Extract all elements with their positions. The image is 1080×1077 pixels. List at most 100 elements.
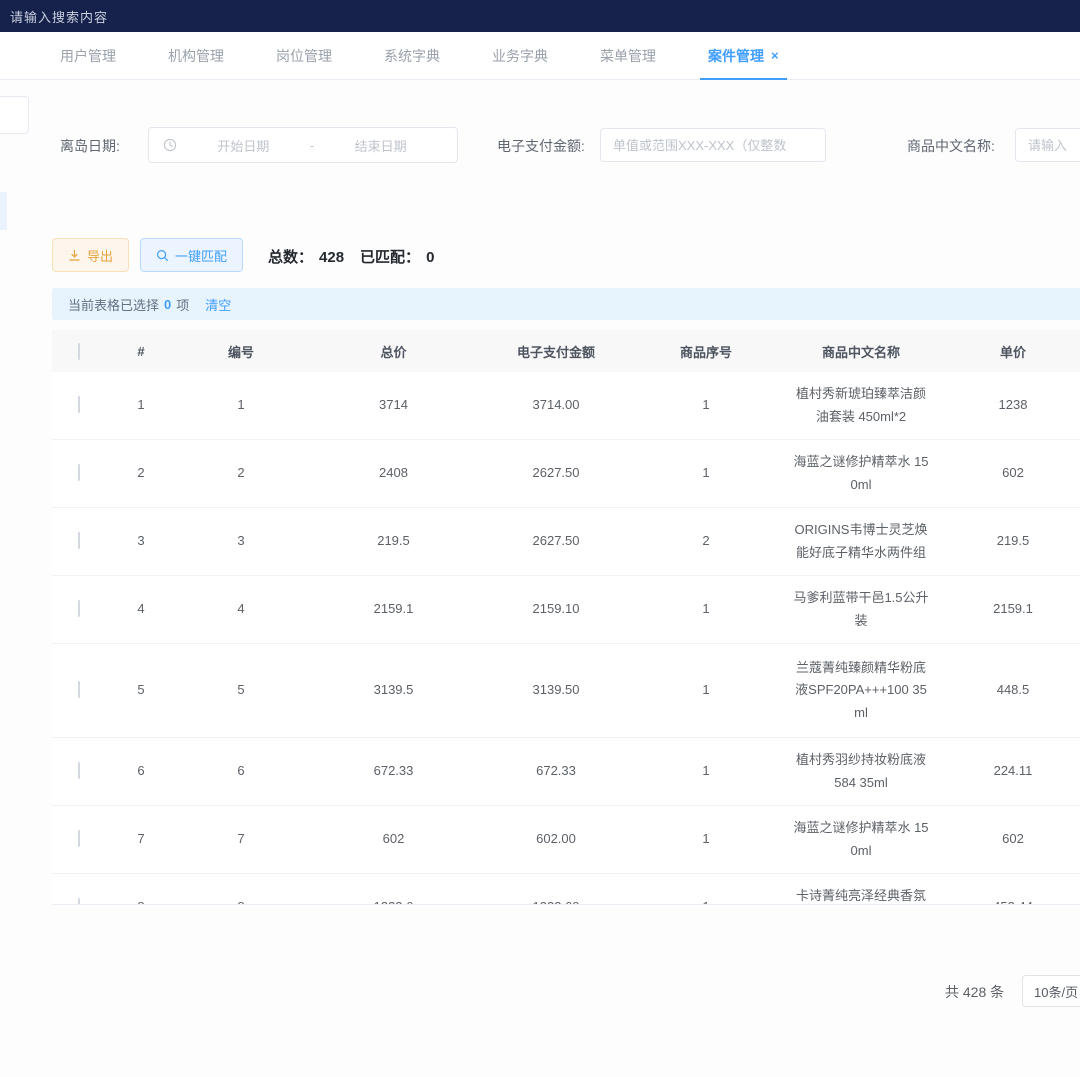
cell-unit: 219.5 <box>941 530 1080 552</box>
table-row[interactable]: 3 3 219.5 2627.50 2 ORIGINS韦博士灵芝焕能好底子精华水… <box>52 508 1080 576</box>
cell-name: 卡诗菁纯亮泽经典香氛发油 100ml <box>781 877 941 905</box>
tab-org-management[interactable]: 机构管理 <box>160 32 232 79</box>
cell-index: 3 <box>106 530 176 552</box>
row-checkbox[interactable] <box>78 898 80 905</box>
tab-case-management[interactable]: 案件管理 × <box>700 32 787 79</box>
case-table: # 编号 总价 电子支付金额 商品序号 商品中文名称 单价 1 1 3714 3… <box>52 330 1080 905</box>
cell-index: 5 <box>106 679 176 701</box>
tab-business-dict[interactable]: 业务字典 <box>484 32 556 79</box>
cell-epay: 672.33 <box>481 760 631 782</box>
cell-index: 7 <box>106 828 176 850</box>
tab-menu-management[interactable]: 菜单管理 <box>592 32 664 79</box>
start-date-placeholder[interactable]: 开始日期 <box>181 136 306 155</box>
cell-seq: 1 <box>631 679 781 701</box>
table-row[interactable]: 1 1 3714 3714.00 1 植村秀新琥珀臻萃洁颜油套装 450ml*2… <box>52 372 1080 440</box>
tab-user-management[interactable]: 用户管理 <box>52 32 124 79</box>
depart-date-range-picker[interactable]: 开始日期 - 结束日期 <box>148 127 458 163</box>
cell-seq: 1 <box>631 896 781 905</box>
table-row[interactable]: 8 8 1323.6 1323.60 1 卡诗菁纯亮泽经典香氛发油 100ml … <box>52 874 1080 905</box>
cell-index: 4 <box>106 598 176 620</box>
epay-amount-input[interactable] <box>600 128 826 162</box>
table-row[interactable]: 6 6 672.33 672.33 1 植村秀羽纱持妆粉底液 584 35ml … <box>52 738 1080 806</box>
cell-unit: 602 <box>941 828 1080 850</box>
row-checkbox[interactable] <box>78 464 80 481</box>
table-header-row: # 编号 总价 电子支付金额 商品序号 商品中文名称 单价 <box>52 330 1080 372</box>
end-date-placeholder[interactable]: 结束日期 <box>318 136 443 155</box>
tab-label: 业务字典 <box>492 46 548 66</box>
select-all-checkbox[interactable] <box>78 343 80 360</box>
selection-count: 0 <box>164 297 171 312</box>
tab-label: 机构管理 <box>168 46 224 66</box>
header-unit: 单价 <box>941 342 1080 361</box>
cell-name: 植村秀羽纱持妆粉底液 584 35ml <box>781 741 941 801</box>
cell-total: 219.5 <box>306 530 481 552</box>
cell-code: 6 <box>176 760 306 782</box>
one-click-match-button[interactable]: 一键匹配 <box>140 238 243 272</box>
export-button[interactable]: 导出 <box>52 238 129 272</box>
page-size-select[interactable]: 10条/页 <box>1022 975 1080 1007</box>
cell-total: 3714 <box>306 394 481 416</box>
row-checkbox[interactable] <box>78 396 80 413</box>
cell-index: 8 <box>106 896 176 905</box>
row-checkbox[interactable] <box>78 762 80 779</box>
cell-total: 672.33 <box>306 760 481 782</box>
row-checkbox[interactable] <box>78 600 80 617</box>
tab-post-management[interactable]: 岗位管理 <box>268 32 340 79</box>
header-name: 商品中文名称 <box>781 342 941 361</box>
cell-name: 兰蔻菁纯臻颜精华粉底液SPF20PA+++100 35ml <box>781 649 941 731</box>
cell-name: 海蓝之谜修护精萃水 150ml <box>781 443 941 503</box>
download-icon <box>68 249 81 262</box>
cell-seq: 1 <box>631 760 781 782</box>
collapsed-side-panel <box>0 96 29 134</box>
matched-value: 0 <box>426 249 434 266</box>
cell-unit: 453.44 <box>941 896 1080 905</box>
cell-unit: 1238 <box>941 394 1080 416</box>
edge-highlight <box>0 192 7 230</box>
close-icon[interactable]: × <box>771 49 779 62</box>
cell-total: 2408 <box>306 462 481 484</box>
table-row[interactable]: 7 7 602 602.00 1 海蓝之谜修护精萃水 150ml 602 <box>52 806 1080 874</box>
tab-label: 岗位管理 <box>276 46 332 66</box>
cell-epay: 2627.50 <box>481 462 631 484</box>
cell-code: 5 <box>176 679 306 701</box>
row-checkbox[interactable] <box>78 532 80 549</box>
cell-code: 7 <box>176 828 306 850</box>
cell-name: 海蓝之谜修护精萃水 150ml <box>781 809 941 869</box>
table-row[interactable]: 5 5 3139.5 3139.50 1 兰蔻菁纯臻颜精华粉底液SPF20PA+… <box>52 644 1080 738</box>
cell-index: 2 <box>106 462 176 484</box>
cell-index: 1 <box>106 394 176 416</box>
total-value: 428 <box>319 249 344 266</box>
tab-system-dict[interactable]: 系统字典 <box>376 32 448 79</box>
header-index: # <box>106 344 176 359</box>
header-code: 编号 <box>176 342 306 361</box>
search-icon <box>156 249 169 262</box>
product-name-input[interactable] <box>1015 128 1080 162</box>
epay-amount-label: 电子支付金额: <box>497 136 585 156</box>
cell-epay: 602.00 <box>481 828 631 850</box>
cell-epay: 2159.10 <box>481 598 631 620</box>
cell-code: 3 <box>176 530 306 552</box>
table-row[interactable]: 2 2 2408 2627.50 1 海蓝之谜修护精萃水 150ml 602 <box>52 440 1080 508</box>
cell-total: 1323.6 <box>306 896 481 905</box>
cell-unit: 224.11 <box>941 760 1080 782</box>
header-total: 总价 <box>306 342 481 361</box>
cell-code: 1 <box>176 394 306 416</box>
selection-suffix: 项 <box>176 295 189 314</box>
top-navbar: 请输入搜索内容 <box>0 0 1080 32</box>
global-search-input[interactable]: 请输入搜索内容 <box>10 7 108 26</box>
cell-epay: 3139.50 <box>481 679 631 701</box>
row-checkbox[interactable] <box>78 830 80 847</box>
cell-seq: 2 <box>631 530 781 552</box>
clear-selection-link[interactable]: 清空 <box>205 295 231 314</box>
cell-total: 3139.5 <box>306 679 481 701</box>
cell-index: 6 <box>106 760 176 782</box>
selection-info-bar: 当前表格已选择 0 项 清空 <box>52 288 1080 320</box>
cell-seq: 1 <box>631 828 781 850</box>
cell-unit: 2159.1 <box>941 598 1080 620</box>
selection-prefix: 当前表格已选择 <box>68 295 159 314</box>
cell-code: 8 <box>176 896 306 905</box>
row-checkbox[interactable] <box>78 681 80 698</box>
cell-unit: 448.5 <box>941 679 1080 701</box>
product-name-label: 商品中文名称: <box>907 136 995 156</box>
table-row[interactable]: 4 4 2159.1 2159.10 1 马爹利蓝带干邑1.5公升装 2159.… <box>52 576 1080 644</box>
